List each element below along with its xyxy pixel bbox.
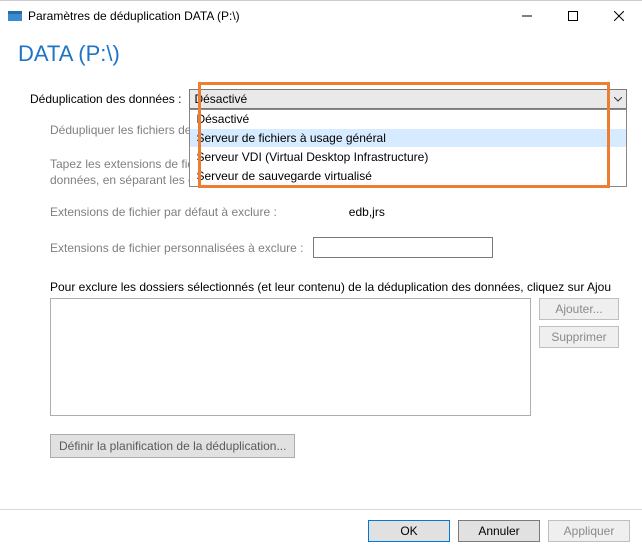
dedup-label: Déduplication des données : bbox=[30, 92, 181, 106]
window-title: Paramètres de déduplication DATA (P:\) bbox=[28, 9, 504, 23]
dedup-row: Déduplication des données : Désactivé Dé… bbox=[30, 89, 627, 109]
dedup-option-disabled[interactable]: Désactivé bbox=[190, 110, 626, 129]
ok-button[interactable]: OK bbox=[368, 520, 450, 542]
exclude-folders-row: Ajouter... Supprimer bbox=[50, 298, 627, 416]
custom-ext-input[interactable] bbox=[313, 237, 493, 258]
footer: OK Annuler Appliquer bbox=[0, 509, 642, 552]
custom-ext-row: Extensions de fichier personnalisées à e… bbox=[50, 237, 627, 258]
schedule-button[interactable]: Définir la planification de la déduplica… bbox=[50, 434, 295, 458]
default-ext-row: Extensions de fichier par défaut à exclu… bbox=[50, 205, 627, 219]
default-ext-value: edb,jrs bbox=[349, 205, 385, 219]
default-ext-label: Extensions de fichier par défaut à exclu… bbox=[50, 205, 277, 219]
maximize-button[interactable] bbox=[550, 1, 596, 31]
custom-ext-label: Extensions de fichier personnalisées à e… bbox=[50, 241, 303, 255]
dedup-combo[interactable]: Désactivé bbox=[189, 89, 627, 109]
dedup-option-backup[interactable]: Serveur de sauvegarde virtualisé bbox=[190, 167, 626, 186]
app-icon bbox=[8, 9, 22, 23]
content-area: Déduplication des données : Désactivé Dé… bbox=[0, 67, 642, 458]
dedup-option-general[interactable]: Serveur de fichiers à usage général bbox=[190, 129, 626, 148]
dedup-dropdown: Désactivé Serveur de fichiers à usage gé… bbox=[189, 109, 627, 187]
apply-button[interactable]: Appliquer bbox=[548, 520, 630, 542]
exclude-folders-list[interactable] bbox=[50, 298, 531, 416]
exclude-folders-label: Pour exclure les dossiers sélectionnés (… bbox=[50, 280, 627, 294]
titlebar: Paramètres de déduplication DATA (P:\) bbox=[0, 1, 642, 31]
minimize-button[interactable] bbox=[504, 1, 550, 31]
page-title: DATA (P:\) bbox=[0, 31, 642, 67]
window: Paramètres de déduplication DATA (P:\) D… bbox=[0, 0, 642, 552]
dedup-option-vdi[interactable]: Serveur VDI (Virtual Desktop Infrastruct… bbox=[190, 148, 626, 167]
dedup-combo-selected: Désactivé bbox=[194, 92, 247, 106]
cancel-button[interactable]: Annuler bbox=[458, 520, 540, 542]
chevron-down-icon bbox=[614, 92, 622, 106]
add-folder-button[interactable]: Ajouter... bbox=[539, 298, 619, 320]
close-button[interactable] bbox=[596, 1, 642, 31]
dedup-combo-wrap: Désactivé Désactivé Serveur de fichiers … bbox=[189, 89, 627, 109]
remove-folder-button[interactable]: Supprimer bbox=[539, 326, 619, 348]
